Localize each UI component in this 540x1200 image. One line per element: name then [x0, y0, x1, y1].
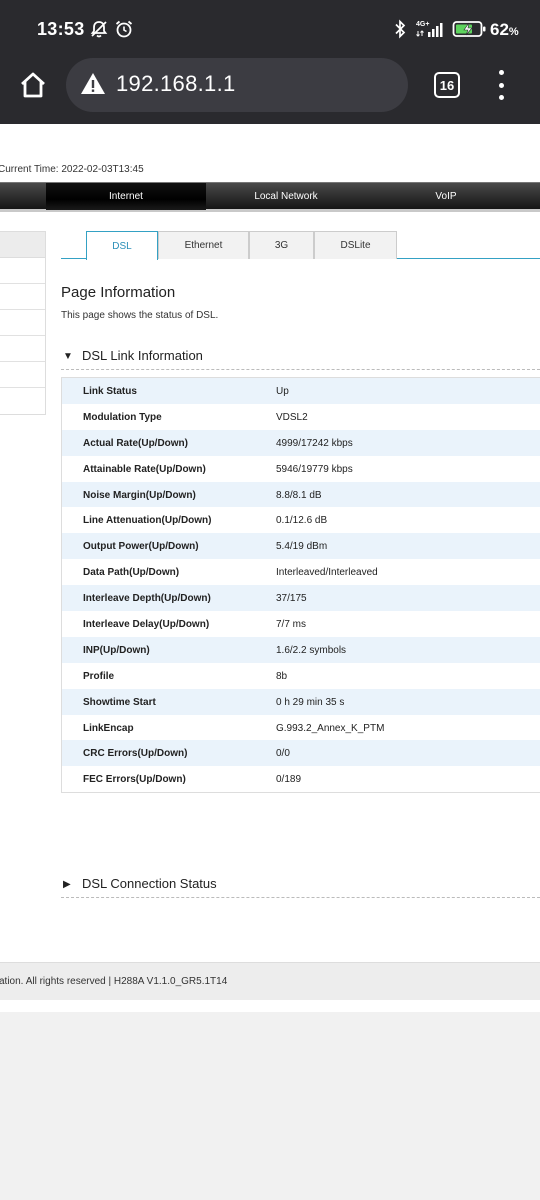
left-menu-header — [0, 232, 45, 258]
left-menu-item[interactable] — [0, 310, 45, 336]
dnd-bell-off-icon — [89, 19, 109, 39]
url-text[interactable]: 192.168.1.1 — [116, 71, 236, 97]
not-secure-warning-icon[interactable] — [80, 71, 106, 97]
menu-dot-icon — [498, 70, 504, 75]
row-value: 5946/19779 kbps — [276, 463, 353, 475]
table-row: Noise Margin(Up/Down) 8.8/8.1 dB — [62, 481, 540, 508]
row-value: 8b — [276, 670, 288, 682]
tab-3g[interactable]: 3G — [249, 231, 314, 259]
tab-switcher-button[interactable]: 16 — [434, 72, 460, 98]
web-page: Current Time: 2022-02-03T13:45 Internet … — [0, 124, 540, 1012]
page-footer: ation. All rights reserved | H288A V1.1.… — [0, 962, 540, 1000]
table-row: LinkEncap G.993.2_Annex_K_PTM — [62, 714, 540, 741]
table-row: Output Power(Up/Down) 5.4/19 dBm — [62, 533, 540, 560]
row-value: Interleaved/Interleaved — [276, 567, 378, 579]
table-row: FEC Errors(Up/Down) 0/189 — [62, 766, 540, 793]
row-key: Actual Rate(Up/Down) — [83, 437, 188, 449]
row-key: Interleave Delay(Up/Down) — [83, 619, 210, 631]
current-time: Current Time: 2022-02-03T13:45 — [0, 164, 144, 175]
row-key: Line Attenuation(Up/Down) — [83, 515, 212, 527]
table-row: Interleave Depth(Up/Down) 37/175 — [62, 585, 540, 612]
row-key: Noise Margin(Up/Down) — [83, 489, 196, 501]
collapsed-triangle-icon: ▶ — [63, 879, 71, 890]
table-row: INP(Up/Down) 1.6/2.2 symbols — [62, 636, 540, 663]
row-key: Showtime Start — [83, 696, 156, 708]
table-row: Profile 8b — [62, 662, 540, 689]
row-value: Up — [276, 386, 289, 397]
section-title: DSL Link Information — [82, 348, 203, 363]
browser-toolbar: 192.168.1.1 16 — [0, 58, 540, 124]
row-key: FEC Errors(Up/Down) — [83, 774, 186, 786]
tab-ethernet[interactable]: Ethernet — [158, 231, 249, 259]
table-row: Attainable Rate(Up/Down) 5946/19779 kbps — [62, 455, 540, 482]
tab-dsl[interactable]: DSL — [86, 231, 158, 260]
row-key: INP(Up/Down) — [83, 644, 150, 656]
row-key: Profile — [83, 670, 115, 682]
page-description: This page shows the status of DSL. — [61, 310, 219, 321]
dsl-info-table: Link Status Up Modulation Type VDSL2 Actua… — [61, 377, 540, 794]
page-title: Page Information — [61, 284, 176, 301]
row-key: CRC Errors(Up/Down) — [83, 748, 188, 760]
row-value: G.993.2_Annex_K_PTM — [276, 722, 385, 734]
row-value: VDSL2 — [276, 411, 308, 423]
footer-text: ation. All rights reserved | H288A V1.1.… — [0, 976, 228, 987]
row-key: Data Path(Up/Down) — [83, 567, 180, 579]
section-title: DSL Connection Status — [82, 876, 217, 891]
table-row: Modulation Type VDSL2 — [62, 403, 540, 430]
table-row: Link Status Up — [62, 378, 540, 404]
row-key: Link Status — [83, 386, 137, 397]
home-icon — [21, 72, 45, 98]
top-nav: Internet Local Network VoIP — [0, 182, 540, 212]
menu-dot-icon — [498, 95, 504, 100]
nav-internet[interactable]: Internet — [46, 183, 206, 210]
battery-charging-icon — [452, 19, 488, 39]
row-value: 5.4/19 dBm — [276, 541, 328, 553]
network-type-label: 4G+ — [416, 21, 429, 28]
menu-dot-icon — [498, 82, 504, 88]
table-row: Line Attenuation(Up/Down) 0.1/12.6 dB — [62, 507, 540, 534]
expanded-triangle-icon: ▼ — [63, 351, 73, 362]
sub-tabs: DSL Ethernet 3G DSLite — [61, 231, 540, 260]
left-menu-item[interactable] — [0, 362, 45, 388]
row-key: Modulation Type — [83, 411, 162, 423]
row-value: 37/175 — [276, 593, 307, 605]
table-row: Actual Rate(Up/Down) 4999/17242 kbps — [62, 429, 540, 456]
row-value: 4999/17242 kbps — [276, 437, 353, 449]
row-value: 0 h 29 min 35 s — [276, 696, 345, 708]
nav-local-network[interactable]: Local Network — [206, 183, 366, 210]
dsl-connection-status-header[interactable]: ▶ DSL Connection Status — [61, 872, 540, 898]
left-menu — [0, 231, 46, 415]
status-time: 13:53 — [37, 19, 85, 39]
left-menu-item[interactable] — [0, 388, 45, 414]
overflow-menu-button[interactable] — [494, 70, 508, 100]
table-row: CRC Errors(Up/Down) 0/0 — [62, 740, 540, 767]
row-key: Output Power(Up/Down) — [83, 541, 199, 553]
table-row: Showtime Start 0 h 29 min 35 s — [62, 688, 540, 715]
left-menu-item[interactable] — [0, 284, 45, 310]
signal-icon: 4G+ — [416, 19, 448, 39]
row-value: 0/189 — [276, 774, 302, 786]
row-key: Interleave Depth(Up/Down) — [83, 593, 211, 605]
row-value: 0/0 — [276, 748, 290, 760]
address-bar[interactable]: 192.168.1.1 — [66, 58, 408, 112]
row-value: 0.1/12.6 dB — [276, 515, 328, 527]
row-value: 7/7 ms — [276, 619, 307, 631]
row-value: 1.6/2.2 symbols — [276, 644, 347, 656]
dsl-link-info-header[interactable]: ▼ DSL Link Information — [61, 344, 540, 370]
tab-dslite[interactable]: DSLite — [314, 231, 397, 259]
bluetooth-icon — [393, 19, 407, 39]
table-row: Data Path(Up/Down) Interleaved/Interleave… — [62, 559, 540, 586]
row-value: 8.8/8.1 dB — [276, 489, 322, 501]
table-row: Interleave Delay(Up/Down) 7/7 ms — [62, 611, 540, 637]
alarm-clock-icon — [114, 19, 134, 39]
nav-voip[interactable]: VoIP — [366, 183, 526, 210]
row-key: LinkEncap — [83, 722, 134, 734]
left-menu-item[interactable] — [0, 336, 45, 362]
battery-percent: 62% — [490, 20, 519, 39]
row-key: Attainable Rate(Up/Down) — [83, 463, 206, 475]
status-bar: 13:53 4G+ 62% — [0, 0, 540, 58]
left-menu-item[interactable] — [0, 258, 45, 284]
home-button[interactable] — [16, 68, 50, 102]
